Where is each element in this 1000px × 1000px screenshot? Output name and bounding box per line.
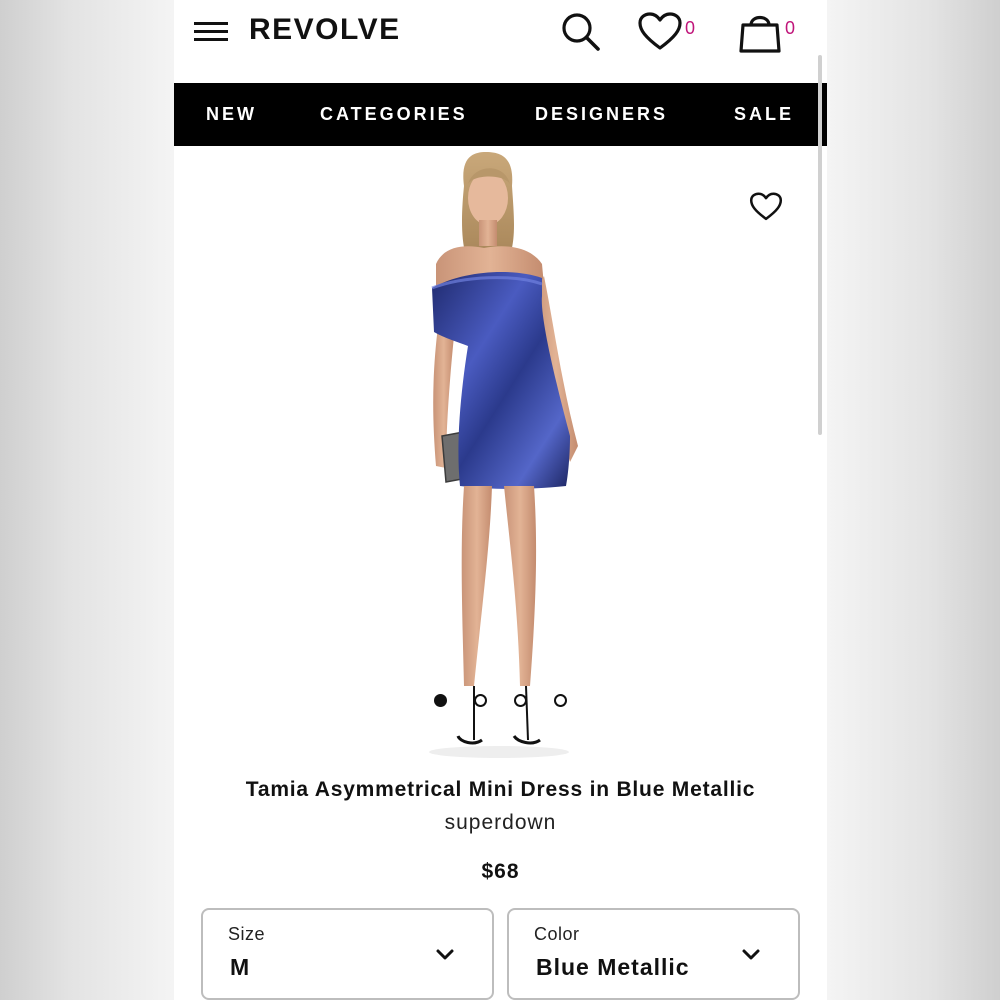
wishlist-heart-icon[interactable] bbox=[637, 12, 683, 57]
size-select[interactable]: Size M bbox=[201, 908, 494, 1000]
nav-item-designers[interactable]: DESIGNERS bbox=[535, 83, 668, 146]
search-icon[interactable] bbox=[559, 10, 603, 59]
nav-item-new[interactable]: NEW bbox=[206, 83, 257, 146]
product-image-carousel[interactable] bbox=[174, 146, 827, 766]
product-brand[interactable]: superdown bbox=[174, 811, 827, 835]
chevron-down-icon bbox=[742, 949, 760, 960]
brand-logo[interactable]: REVOLVE bbox=[249, 13, 401, 47]
menu-icon[interactable] bbox=[194, 20, 230, 46]
nav-item-categories[interactable]: CATEGORIES bbox=[320, 83, 468, 146]
carousel-dot-3[interactable] bbox=[514, 694, 527, 707]
site-header: REVOLVE 0 0 bbox=[174, 0, 827, 83]
carousel-dot-2[interactable] bbox=[474, 694, 487, 707]
size-label: Size bbox=[228, 924, 266, 944]
main-nav: NEW CATEGORIES DESIGNERS SALE bbox=[174, 83, 827, 146]
size-value: M bbox=[230, 954, 251, 980]
color-value: Blue Metallic bbox=[536, 954, 690, 980]
nav-item-sale[interactable]: SALE bbox=[734, 83, 794, 146]
product-price: $68 bbox=[481, 860, 520, 883]
shopping-bag-icon[interactable] bbox=[738, 9, 782, 60]
photo-backdrop-left bbox=[0, 0, 174, 1000]
carousel-dot-4[interactable] bbox=[554, 694, 567, 707]
color-select[interactable]: Color Blue Metallic bbox=[507, 908, 800, 1000]
carousel-dots bbox=[432, 694, 572, 710]
photo-backdrop-right bbox=[827, 0, 1000, 1000]
wishlist-count: 0 bbox=[685, 18, 696, 38]
product-title: Tamia Asymmetrical Mini Dress in Blue Me… bbox=[245, 778, 756, 801]
mobile-page: REVOLVE 0 0 NEW CATEGORIES DESIGNERS SAL… bbox=[174, 0, 827, 1000]
carousel-dot-1[interactable] bbox=[434, 694, 447, 707]
product-photo bbox=[429, 152, 578, 758]
bag-count: 0 bbox=[785, 18, 796, 38]
chevron-down-icon bbox=[436, 949, 454, 960]
color-label: Color bbox=[534, 924, 580, 944]
